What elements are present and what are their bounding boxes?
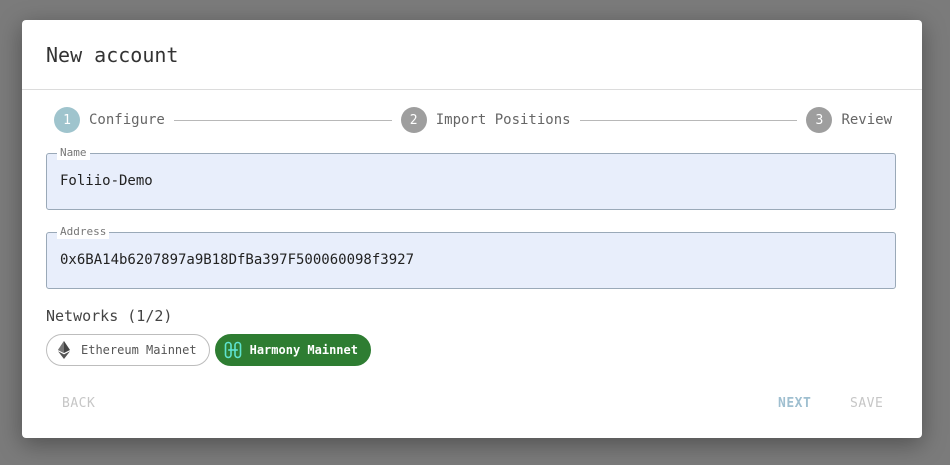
- step-2-number: 2: [400, 107, 427, 133]
- step-1-label: Configure: [89, 112, 165, 128]
- new-account-dialog: New account 1 Configure 2 Import Positio…: [22, 20, 922, 438]
- dialog-header: New account: [22, 20, 922, 90]
- stepper: 1 Configure 2 Import Positions 3 Review: [54, 107, 892, 133]
- step-import-positions: 2 Import Positions: [400, 107, 571, 133]
- address-field: Address: [46, 225, 896, 289]
- name-field: Name: [46, 146, 896, 210]
- address-input[interactable]: [60, 252, 880, 268]
- network-chip-label: Harmony Mainnet: [249, 343, 358, 357]
- dialog-title: New account: [46, 42, 179, 67]
- harmony-icon: [224, 341, 242, 359]
- network-chip-ethereum[interactable]: Ethereum Mainnet: [46, 334, 210, 366]
- step-connector: [579, 119, 798, 121]
- network-chip-label: Ethereum Mainnet: [81, 343, 197, 357]
- step-3-number: 3: [806, 107, 833, 133]
- back-button[interactable]: BACK: [54, 392, 103, 415]
- next-button[interactable]: NEXT: [770, 392, 819, 415]
- step-configure: 1 Configure: [54, 107, 165, 133]
- step-connector: [173, 119, 392, 121]
- step-review: 3 Review: [806, 107, 892, 133]
- step-3-label: Review: [841, 112, 893, 128]
- ethereum-icon: [55, 341, 73, 359]
- name-input[interactable]: [60, 173, 880, 189]
- name-field-label: Name: [57, 146, 90, 160]
- network-chips: Ethereum Mainnet Harmony Mainnet: [46, 334, 371, 366]
- networks-label: Networks (1/2): [46, 307, 173, 325]
- network-chip-harmony[interactable]: Harmony Mainnet: [214, 334, 371, 366]
- address-field-label: Address: [57, 225, 110, 239]
- save-button[interactable]: SAVE: [842, 392, 891, 415]
- step-2-label: Import Positions: [435, 112, 571, 128]
- step-1-number: 1: [54, 107, 80, 133]
